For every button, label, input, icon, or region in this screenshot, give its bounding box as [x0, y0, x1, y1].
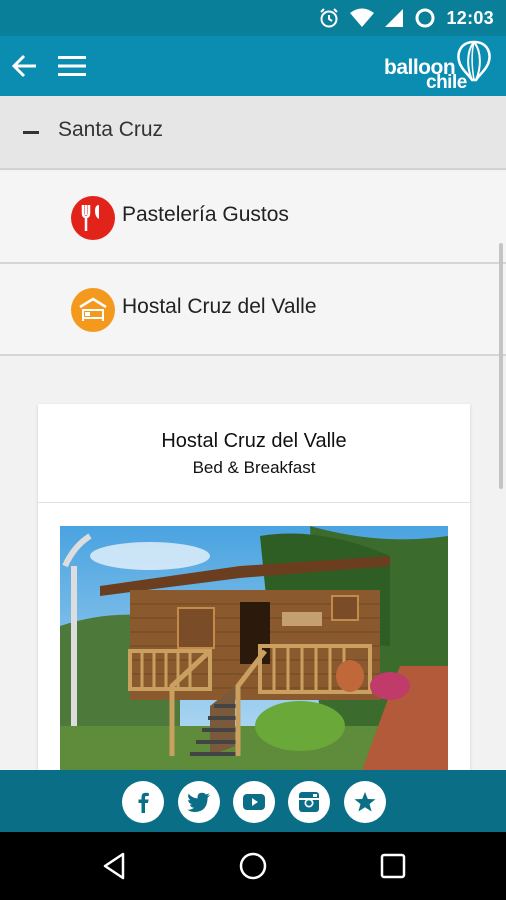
- twitter-icon[interactable]: [178, 781, 220, 823]
- app-bar: balloon chile: [0, 36, 506, 96]
- bed-icon: [71, 288, 115, 332]
- card-subtitle: Bed & Breakfast: [192, 458, 316, 477]
- nav-back-icon[interactable]: [99, 850, 131, 882]
- balloon-chile-logo[interactable]: balloon chile: [384, 38, 496, 94]
- scrollbar[interactable]: [499, 243, 503, 489]
- hamburger-menu-icon[interactable]: [56, 52, 88, 80]
- status-bar: 12:03: [0, 0, 506, 36]
- facebook-icon[interactable]: [122, 781, 164, 823]
- signal-icon: [385, 9, 404, 27]
- battery-icon: [415, 8, 435, 28]
- list-item-label: Pastelería Gustos: [122, 203, 289, 226]
- logo-text-line2: chile: [426, 72, 467, 93]
- nav-home-icon[interactable]: [237, 850, 269, 882]
- wooden-cabin-photo: [60, 526, 448, 776]
- nav-recents-icon[interactable]: [377, 850, 409, 882]
- list-item-label: Hostal Cruz del Valle: [122, 295, 317, 318]
- restaurant-icon: [71, 196, 115, 240]
- wifi-icon: [350, 8, 375, 27]
- social-bar: [0, 770, 506, 832]
- section-title: Santa Cruz: [58, 118, 164, 141]
- detail-card: Hostal Cruz del Valle Bed & Breakfast: [38, 404, 470, 784]
- card-divider: [38, 502, 470, 503]
- back-arrow-icon[interactable]: [10, 52, 38, 80]
- clock: 12:03: [446, 7, 494, 28]
- list-item-pasteleria-gustos[interactable]: Pastelería Gustos: [0, 172, 506, 264]
- system-navigation-bar: [0, 832, 506, 900]
- card-title: Hostal Cruz del Valle: [161, 430, 347, 452]
- collapse-minus-icon[interactable]: [23, 131, 39, 134]
- section-header-santa-cruz[interactable]: Santa Cruz: [0, 96, 506, 170]
- list-item-hostal-cruz-del-valle[interactable]: Hostal Cruz del Valle: [0, 264, 506, 356]
- star-favorite-icon[interactable]: [344, 781, 386, 823]
- instagram-icon[interactable]: [288, 781, 330, 823]
- alarm-icon: [320, 8, 339, 28]
- status-icons: 12:03: [318, 6, 494, 30]
- youtube-icon[interactable]: [233, 781, 275, 823]
